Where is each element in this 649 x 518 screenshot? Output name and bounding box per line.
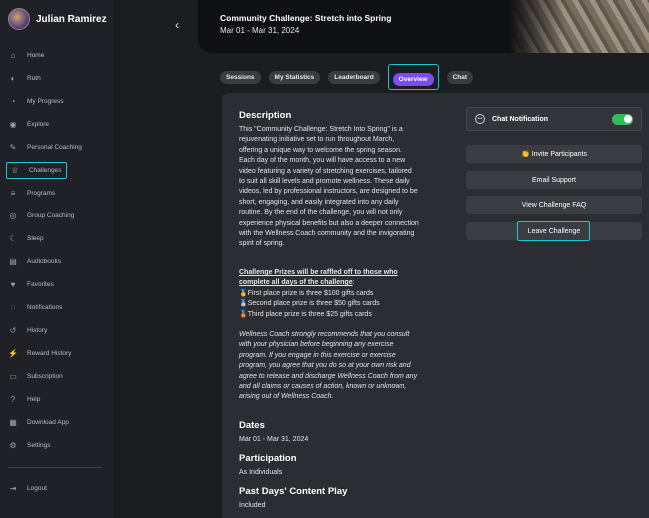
home-icon: ⌂ [10,50,16,60]
sidebar-item-label: Programs [27,189,56,197]
prizes-heading-colon: : [352,279,355,287]
card-icon: ▭ [9,371,17,381]
logout-button[interactable]: ⇥ Logout [8,480,47,496]
trophy-icon: ♕ [11,166,19,175]
view-faq-button[interactable]: View Challenge FAQ [466,196,642,214]
sidebar-item-label: Help [27,395,41,403]
avatar[interactable] [8,8,30,30]
sidebar-item-favorites[interactable]: ♥ Favorites [8,276,54,292]
sidebar-item-challenges[interactable]: ♕ Challenges [6,162,67,179]
bell-icon: ◌ [10,302,16,312]
sidebar-item-label: Explore [27,120,50,128]
prize-second: 🥈Second place prize is three $50 gifts c… [239,300,380,308]
sidebar-item-label: Audiobooks [27,257,61,265]
sidebar-item-download-app[interactable]: ▦ Download App [8,414,69,430]
sidebar-item-label: My Progress [27,97,64,105]
banner-image [509,0,649,53]
disclaimer-text: Wellness Coach strongly recommends that … [239,331,418,401]
tab-my-statistics[interactable]: My Statistics [268,70,321,84]
sidebar-item-label: Personal Coaching [27,143,82,151]
sidebar-item-audiobooks[interactable]: ▤ Audiobooks [8,253,61,269]
sidebar-item-label: Subscription [27,372,63,380]
challenge-dates: Mar 01 - Mar 31, 2024 [220,26,300,35]
challenge-tabs: Sessions My Statistics Leaderboard Overv… [220,64,481,90]
sidebar-item-programs[interactable]: ≡ Programs [8,185,56,201]
user-name: Julian Ramirez [36,13,107,25]
sidebar-item-label: Reward History [27,349,72,357]
user-profile[interactable]: Julian Ramirez [8,8,107,30]
email-support-button[interactable]: Email Support [466,171,642,189]
sidebar-item-group-coaching[interactable]: ◎ Group Coaching [8,207,75,223]
sidebar-item-settings[interactable]: ⚙ Settings [8,437,51,453]
chat-notification-toggle[interactable] [612,113,633,125]
logout-icon: ⇥ [9,483,17,493]
sidebar-item-label: Sleep [27,234,44,242]
challenge-banner: Community Challenge: Stretch into Spring… [198,0,649,53]
sidebar-item-explore[interactable]: ◉ Explore [8,116,50,132]
chat-notification-card: ••• Chat Notification [466,107,642,131]
sidebar-item-label: Group Coaching [27,211,75,219]
programs-icon: ≡ [10,188,16,198]
sidebar-item-label: Settings [27,441,51,449]
leave-challenge-highlight [517,221,590,241]
sidebar-item-subscription[interactable]: ▭ Subscription [8,368,63,384]
description-heading: Description [239,110,292,121]
dates-value: Mar 01 - Mar 31, 2024 [239,436,309,443]
past-content-heading: Past Days' Content Play [239,486,348,497]
sidebar-item-label: Download App [27,418,69,426]
sidebar-item-history[interactable]: ↺ History [8,322,48,338]
broadcast-icon: ◎ [9,210,17,220]
prizes-section: Challenge Prizes will be raffled off to … [239,268,419,320]
tab-overview-highlight: Overview [387,64,439,90]
sidebar-item-label: Ruth [27,74,41,82]
collapse-sidebar-chevron-icon[interactable]: ‹ [175,18,179,32]
sidebar-item-label: History [27,326,48,334]
tab-sessions[interactable]: Sessions [220,70,261,84]
sidebar: Julian Ramirez ⌂ Home ◐ Ruth ◔ My Progress ◉ Ex… [0,0,113,518]
sidebar-item-notifications[interactable]: ◌ Notifications [8,299,63,315]
progress-icon: ◔ [10,96,16,106]
tab-chat[interactable]: Chat [446,70,474,84]
challenge-title: Community Challenge: Stretch into Spring [220,13,392,23]
tab-overview[interactable]: Overview [392,73,434,86]
participation-value: As Individuals [239,469,283,476]
sidebar-item-personal-coaching[interactable]: ✎ Personal Coaching [8,139,82,155]
dates-heading: Dates [239,420,265,431]
heart-icon: ♥ [10,279,16,289]
coaching-icon: ✎ [9,142,17,152]
qr-icon: ▦ [9,417,17,427]
sidebar-item-sleep[interactable]: ☾ Sleep [8,230,44,246]
sidebar-item-help[interactable]: ? Help [8,391,41,407]
ruth-icon: ◐ [10,73,16,83]
prize-first: 🥇First place prize is three $100 gifts c… [239,289,374,297]
invite-participants-button[interactable]: 👏 Invite Participants [466,145,642,163]
participation-heading: Participation [239,453,297,464]
settings-icon: ⚙ [9,440,17,450]
tab-leaderboard[interactable]: Leaderboard [328,70,380,84]
bolt-icon: ⚡ [8,348,18,358]
sidebar-divider [8,467,102,468]
book-icon: ▤ [9,256,17,266]
moon-icon: ☾ [9,233,17,243]
sidebar-item-label: Favorites [27,280,54,288]
history-icon: ↺ [9,325,17,335]
past-content-value: Included [239,502,266,509]
help-icon: ? [10,394,16,404]
chat-bubble-icon: ••• [475,114,485,124]
sidebar-item-home[interactable]: ⌂ Home [8,47,45,63]
prize-third: 🥉Third place prize is three $25 gifts ca… [239,310,372,318]
sidebar-item-reward-history[interactable]: ⚡ Reward History [8,345,71,361]
sidebar-item-label: Challenges [29,167,62,174]
prizes-heading: Challenge Prizes will be raffled off to … [239,269,398,287]
description-text: This "Community Challenge: Stretch Into … [239,126,419,248]
compass-icon: ◉ [9,119,17,129]
sidebar-item-label: Notifications [27,303,63,311]
logout-label: Logout [27,484,47,492]
chat-notification-label: Chat Notification [492,115,548,123]
sidebar-item-label: Home [27,51,45,59]
sidebar-item-ruth[interactable]: ◐ Ruth [8,70,41,86]
sidebar-item-my-progress[interactable]: ◔ My Progress [8,93,64,109]
